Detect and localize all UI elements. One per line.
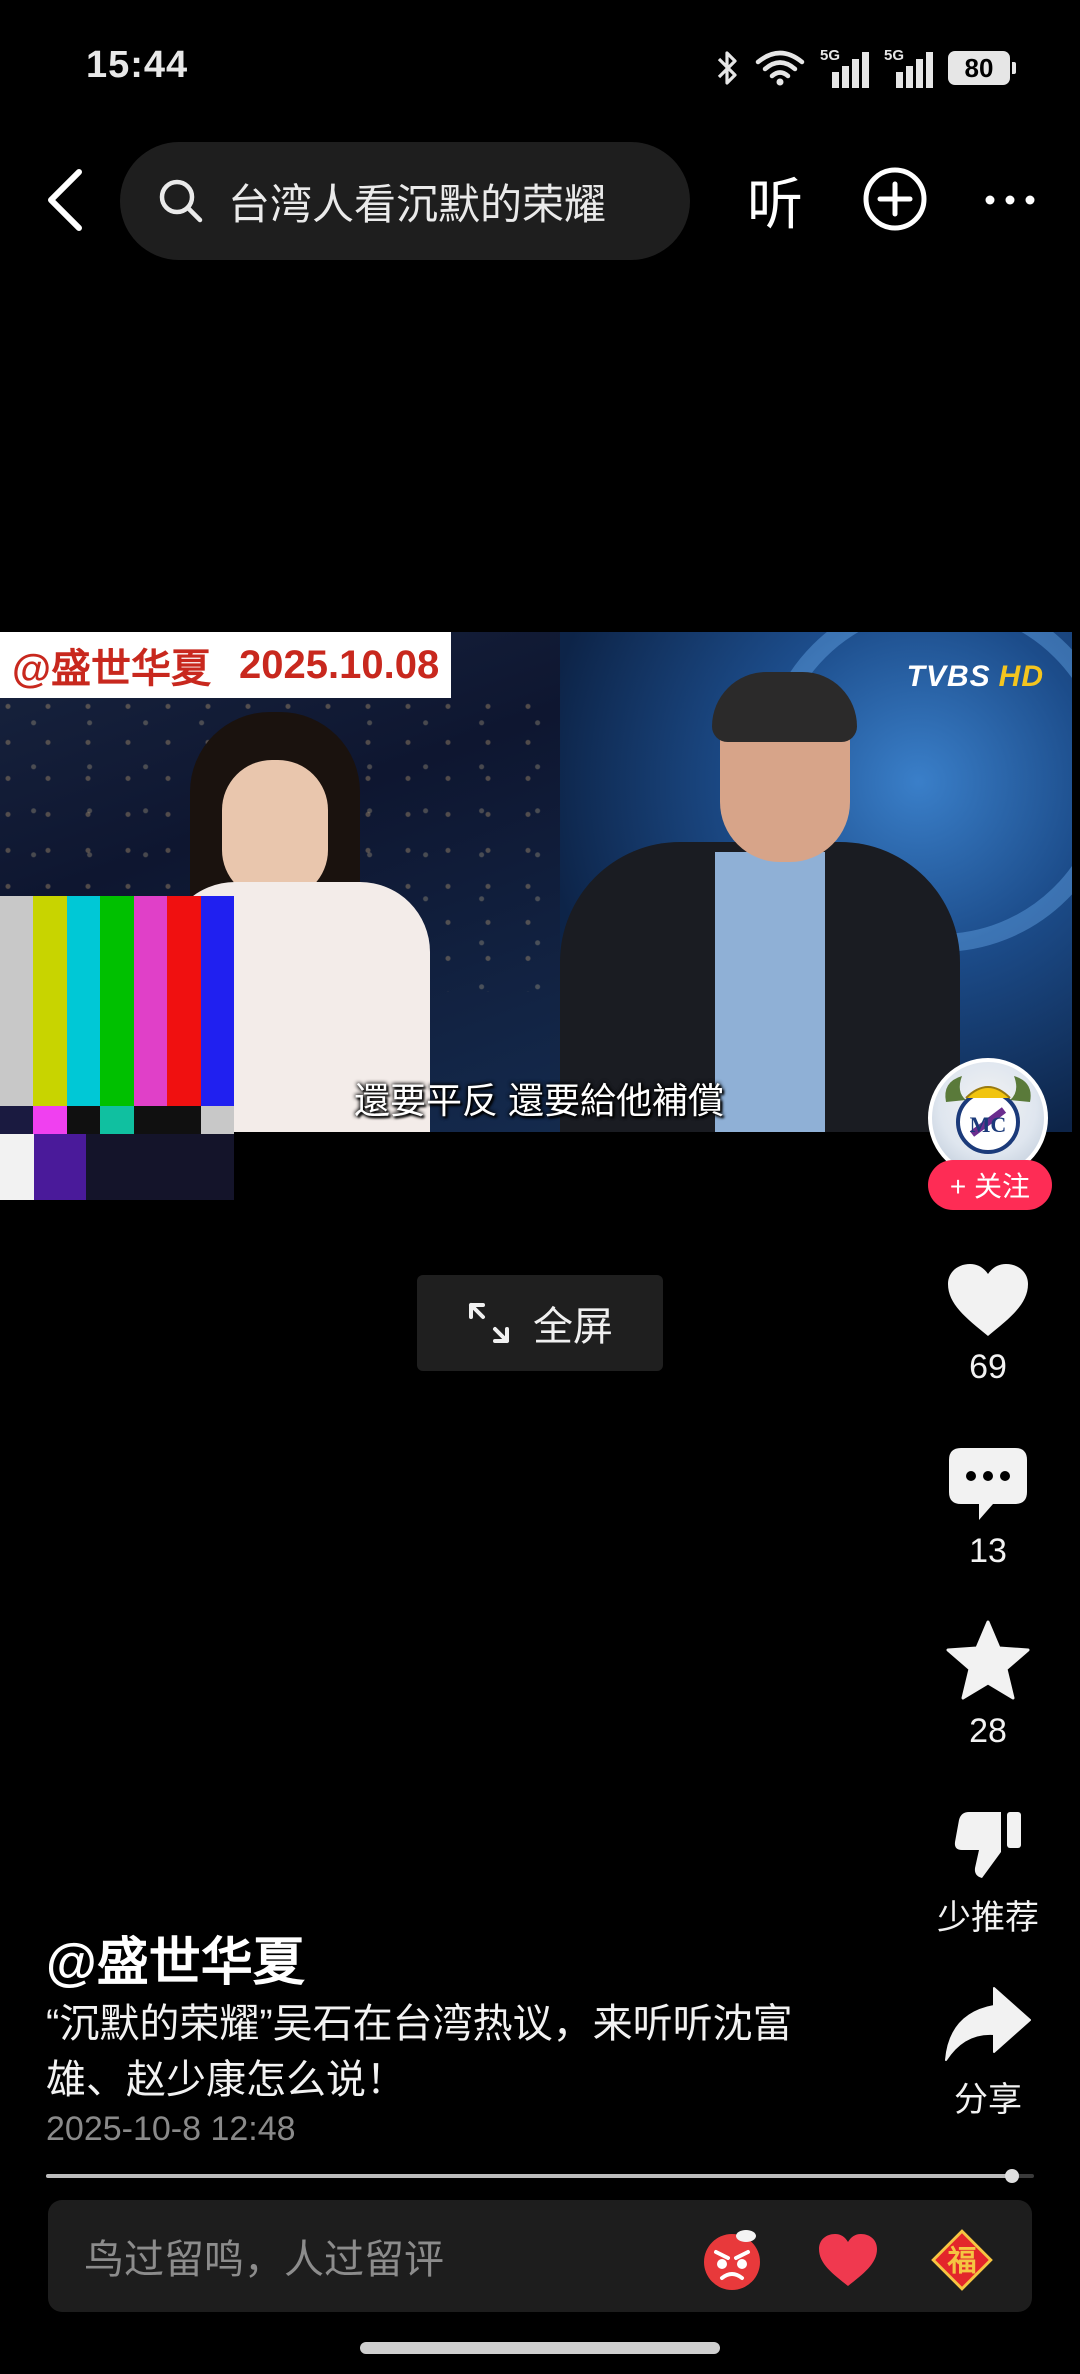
author-name[interactable]: @盛世华夏 xyxy=(46,1920,305,1995)
angry-emoji-icon xyxy=(704,2230,760,2290)
video-subtitle: 還要平反 還要給他補償 xyxy=(354,1080,725,1121)
signal-icon: 5G xyxy=(884,47,933,88)
share-button[interactable]: 分享 xyxy=(918,1986,1058,2121)
share-label: 分享 xyxy=(954,2081,1022,2119)
heart-emoji-icon xyxy=(819,2234,877,2286)
progress-fill xyxy=(46,2174,1013,2178)
more-icon xyxy=(985,195,1035,205)
favorite-count: 28 xyxy=(969,1712,1007,1750)
svg-text:MC: MC xyxy=(970,1112,1007,1137)
angry-emoji-button[interactable] xyxy=(700,2228,764,2292)
status-icons: 5G 5G 80 xyxy=(714,46,1016,90)
search-input[interactable]: 台湾人看沉默的荣耀 xyxy=(120,142,690,260)
fu-emoji-button[interactable]: 福 xyxy=(930,2228,994,2292)
like-button[interactable]: 69 xyxy=(918,1262,1058,1387)
video-progress-bar[interactable] xyxy=(46,2169,1034,2183)
comment-input[interactable]: 鸟过留鸣，人过留评 xyxy=(48,2200,1032,2312)
comment-count: 13 xyxy=(969,1532,1007,1570)
status-bar: 15:44 5G 5G 80 xyxy=(0,0,1080,130)
search-icon xyxy=(159,179,203,223)
video-watermark: @盛世华夏 2025.10.08 xyxy=(0,632,452,698)
post-description: “沉默的荣耀”吴石在台湾热议，来听听沈富雄、赵少康怎么说！ xyxy=(46,2002,793,2102)
fu-emoji-icon: 福 xyxy=(931,2229,993,2291)
follow-button[interactable]: + 关注 xyxy=(928,1160,1052,1210)
back-button[interactable] xyxy=(30,160,100,240)
home-indicator[interactable] xyxy=(360,2342,720,2354)
avatar-crest-icon: MC xyxy=(945,1076,1031,1154)
add-circle-icon xyxy=(863,167,927,231)
not-interested-button[interactable]: 少推荐 xyxy=(918,1810,1058,1939)
svg-text:福: 福 xyxy=(946,2244,976,2278)
progress-knob[interactable] xyxy=(1005,2169,1020,2183)
add-button[interactable] xyxy=(862,166,928,232)
svg-text:5G: 5G xyxy=(820,47,840,64)
comment-button[interactable]: 13 xyxy=(918,1446,1058,1571)
search-query: 台湾人看沉默的荣耀 xyxy=(228,180,607,228)
signal-icon: 5G xyxy=(820,47,869,88)
comment-icon xyxy=(949,1448,1027,1520)
share-icon xyxy=(945,1987,1031,2061)
fullscreen-label: 全屏 xyxy=(533,1305,613,1349)
listen-button[interactable]: 听 xyxy=(740,160,810,240)
heart-icon xyxy=(948,1264,1028,1336)
thumb-down-icon xyxy=(954,1812,1021,1878)
heart-emoji-button[interactable] xyxy=(816,2228,880,2292)
battery-indicator: 80 xyxy=(948,51,1016,85)
more-button[interactable] xyxy=(980,176,1040,224)
watermark-date: 2025.10.08 xyxy=(239,642,440,687)
color-bars-overlay xyxy=(0,896,234,1200)
wifi-icon xyxy=(755,50,805,86)
channel-logo: TVBS HD xyxy=(906,660,1044,693)
back-arrow-icon xyxy=(48,169,82,231)
bluetooth-icon xyxy=(717,51,737,85)
post-timestamp: 2025-10-8 12:48 xyxy=(46,2110,296,2148)
not-interested-label: 少推荐 xyxy=(937,1899,1039,1937)
status-time: 15:44 xyxy=(86,44,189,86)
comment-placeholder: 鸟过留鸣，人过留评 xyxy=(84,2238,444,2282)
favorite-button[interactable]: 28 xyxy=(918,1620,1058,1751)
expand-icon xyxy=(469,1303,509,1343)
watermark-account: @盛世华夏 xyxy=(12,647,212,691)
svg-text:5G: 5G xyxy=(884,47,904,64)
star-icon xyxy=(946,1620,1030,1700)
fullscreen-button[interactable]: 全屏 xyxy=(417,1275,663,1371)
like-count: 69 xyxy=(969,1348,1007,1386)
